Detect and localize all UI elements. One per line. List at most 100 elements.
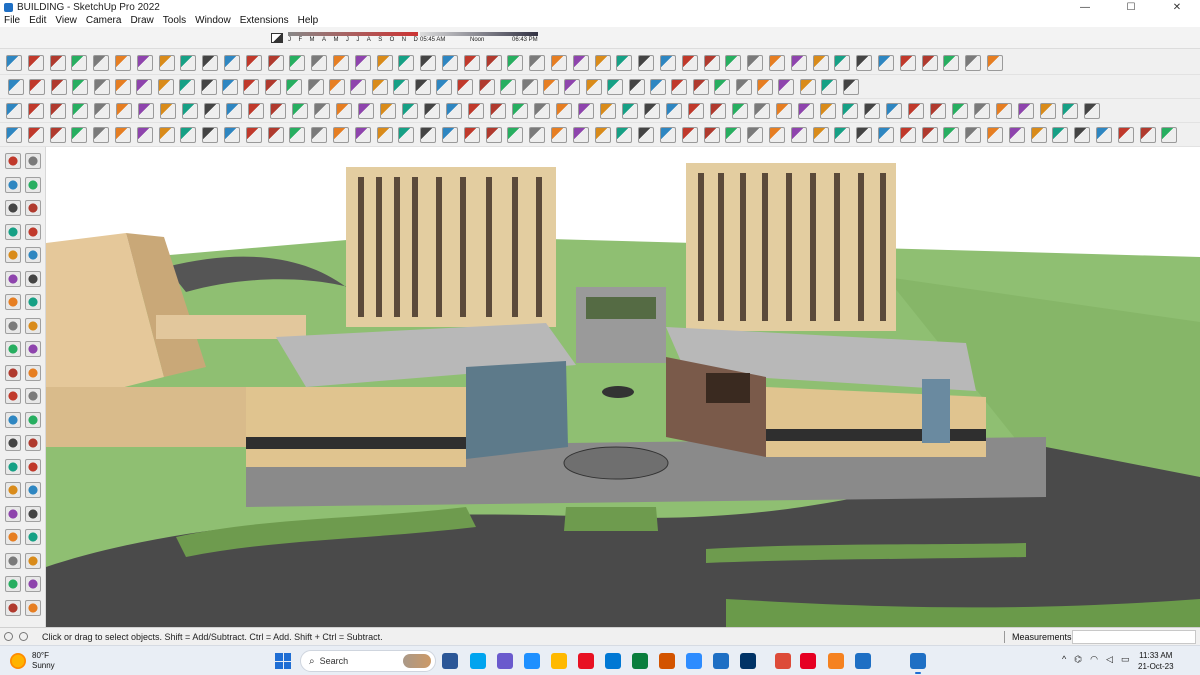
instructor-icon[interactable] (19, 632, 28, 641)
palette-tool-icon[interactable] (5, 388, 21, 404)
palette-tool-icon[interactable] (5, 529, 21, 545)
toolbar-tool-icon[interactable] (226, 103, 242, 119)
taskbar-app-icon[interactable] (713, 653, 729, 669)
toolbar-tool-icon[interactable] (420, 55, 437, 71)
toolbar-tool-icon[interactable] (644, 103, 660, 119)
toolbar-tool-icon[interactable] (463, 55, 480, 71)
toolbar-tool-icon[interactable] (692, 79, 709, 95)
toolbar-tool-icon[interactable] (292, 103, 308, 119)
toolbar-tool-icon[interactable] (790, 55, 807, 71)
palette-tool-icon[interactable] (5, 153, 21, 169)
toolbar-tool-icon[interactable] (27, 127, 44, 143)
toolbar-tool-icon[interactable] (543, 79, 559, 95)
toolbar-tool-icon[interactable] (270, 103, 286, 119)
toolbar-tool-icon[interactable] (1018, 103, 1034, 119)
palette-tool-icon[interactable] (5, 317, 21, 334)
taskbar-app-icon[interactable] (470, 653, 486, 669)
toolbar-tool-icon[interactable] (329, 79, 345, 95)
taskbar-clock[interactable]: 11:33 AM 21-Oct-23 (1138, 650, 1174, 672)
toolbar-tool-icon[interactable] (393, 79, 410, 95)
toolbar-tool-icon[interactable] (529, 55, 546, 71)
toolbar-tool-icon[interactable] (754, 103, 770, 119)
toolbar-tool-icon[interactable] (1040, 103, 1056, 119)
palette-tool-icon[interactable] (25, 294, 41, 310)
toolbar-tool-icon[interactable] (747, 55, 764, 71)
palette-tool-icon[interactable] (25, 223, 41, 240)
toolbar-tool-icon[interactable] (987, 127, 1003, 143)
toolbar-tool-icon[interactable] (424, 103, 440, 119)
toolbar-tool-icon[interactable] (878, 127, 894, 143)
tray-overflow-icon[interactable]: ^ (1062, 654, 1066, 665)
palette-tool-icon[interactable] (5, 576, 21, 592)
toolbar-tool-icon[interactable] (812, 55, 829, 71)
toolbar-tool-icon[interactable] (769, 55, 785, 71)
toolbar-tool-icon[interactable] (311, 55, 328, 71)
toolbar-tool-icon[interactable] (72, 103, 88, 119)
toolbar-tool-icon[interactable] (585, 79, 602, 95)
taskbar-search[interactable]: ⌕ Search (300, 650, 436, 672)
toolbar-tool-icon[interactable] (987, 55, 1003, 71)
toolbar-tool-icon[interactable] (158, 55, 175, 71)
toolbar-tool-icon[interactable] (93, 127, 110, 143)
battery-icon[interactable]: ▭ (1121, 654, 1130, 665)
taskbar-app-icon[interactable] (578, 653, 594, 669)
toolbar-tool-icon[interactable] (202, 55, 219, 71)
toolbar-tool-icon[interactable] (821, 79, 838, 95)
toolbar-tool-icon[interactable] (747, 127, 764, 143)
toolbar-tool-icon[interactable] (420, 127, 437, 143)
toolbar-tool-icon[interactable] (660, 127, 676, 143)
toolbar-tool-icon[interactable] (248, 103, 264, 119)
toolbar-tool-icon[interactable] (594, 127, 611, 143)
toolbar-tool-icon[interactable] (463, 127, 480, 143)
toolbar-tool-icon[interactable] (1008, 127, 1025, 143)
toolbar-tool-icon[interactable] (974, 103, 990, 119)
toolbar-tool-icon[interactable] (921, 55, 938, 71)
palette-tool-icon[interactable] (25, 200, 41, 216)
toolbar-tool-icon[interactable] (6, 103, 22, 119)
toolbar-tool-icon[interactable] (725, 55, 742, 71)
palette-tool-icon[interactable] (5, 458, 21, 475)
toolbar-tool-icon[interactable] (180, 55, 197, 71)
toolbar-tool-icon[interactable] (921, 127, 938, 143)
close-button[interactable]: ✕ (1154, 0, 1200, 14)
palette-tool-icon[interactable] (5, 411, 21, 428)
toolbar-tool-icon[interactable] (943, 55, 960, 71)
palette-tool-icon[interactable] (25, 364, 41, 381)
toolbar-tool-icon[interactable] (507, 127, 524, 143)
toolbar-tool-icon[interactable] (267, 55, 284, 71)
toolbar-tool-icon[interactable] (49, 127, 66, 143)
toolbar-tool-icon[interactable] (856, 127, 873, 143)
toolbar-tool-icon[interactable] (468, 103, 484, 119)
taskbar-app-icon[interactable] (524, 653, 540, 669)
toolbar-tool-icon[interactable] (28, 103, 44, 119)
toolbar-tool-icon[interactable] (551, 127, 567, 143)
toolbar-tool-icon[interactable] (267, 127, 284, 143)
toolbar-tool-icon[interactable] (512, 103, 528, 119)
palette-tool-icon[interactable] (5, 247, 21, 263)
menu-window[interactable]: Window (195, 15, 231, 26)
toolbar-tool-icon[interactable] (799, 79, 816, 95)
toolbar-tool-icon[interactable] (94, 103, 110, 119)
toolbar-tool-icon[interactable] (952, 103, 968, 119)
toolbar-tool-icon[interactable] (6, 55, 22, 71)
windows-start-icon[interactable] (275, 653, 291, 669)
toolbar-tool-icon[interactable] (622, 103, 638, 119)
toolbar-tool-icon[interactable] (572, 55, 589, 71)
toolbar-tool-icon[interactable] (600, 103, 616, 119)
palette-tool-icon[interactable] (5, 176, 21, 193)
palette-tool-icon[interactable] (25, 529, 41, 545)
toolbar-tool-icon[interactable] (578, 103, 594, 119)
toolbar-tool-icon[interactable] (757, 79, 773, 95)
palette-tool-icon[interactable] (5, 270, 21, 287)
toolbar-tool-icon[interactable] (776, 103, 792, 119)
palette-tool-icon[interactable] (5, 435, 21, 451)
toolbar-tool-icon[interactable] (93, 55, 110, 71)
toolbar-tool-icon[interactable] (333, 55, 349, 71)
toolbar-tool-icon[interactable] (660, 55, 676, 71)
toolbar-tool-icon[interactable] (336, 103, 352, 119)
toolbar-tool-icon[interactable] (446, 103, 462, 119)
toolbar-tool-icon[interactable] (245, 127, 262, 143)
toolbar-tool-icon[interactable] (442, 55, 458, 71)
toolbar-tool-icon[interactable] (485, 55, 502, 71)
toolbar-tool-icon[interactable] (478, 79, 495, 95)
